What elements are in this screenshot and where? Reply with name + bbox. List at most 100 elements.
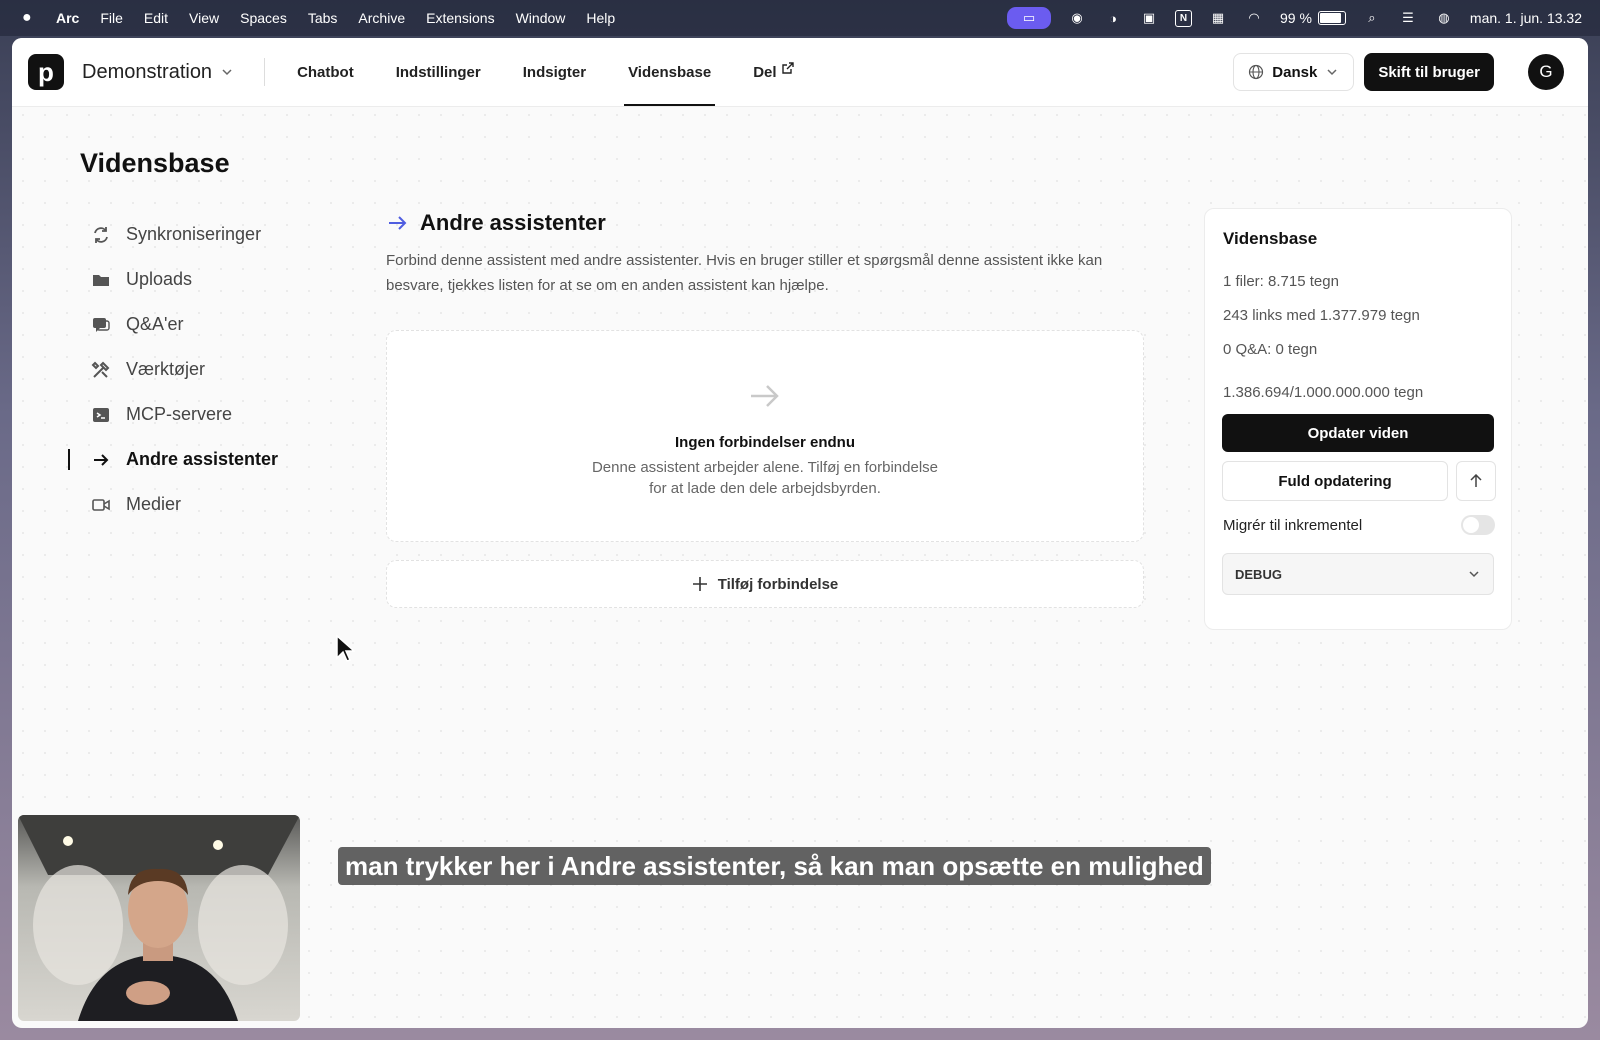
empty-state-body: Denne assistent arbejder alene. Tilføj e…: [591, 459, 939, 497]
menu-bar: ● Arc File Edit View Spaces Tabs Archive…: [0, 0, 1600, 36]
sidebar-item-label: Medier: [126, 494, 182, 514]
sidebar-item-label: Q&A'er: [126, 314, 184, 334]
migrate-toggle-label: Migrér til inkrementel: [1223, 517, 1363, 534]
chevron-down-icon: [222, 69, 232, 76]
update-knowledge-button[interactable]: Opdater viden: [1222, 414, 1494, 452]
sidebar-item-qa[interactable]: Q&A'er: [80, 302, 320, 347]
mouse-cursor-icon: [336, 634, 355, 662]
card-title: Vidensbase: [1223, 229, 1318, 248]
language-label: Dansk: [1272, 63, 1318, 81]
section-description: Forbind denne assistent med andre assist…: [386, 252, 1103, 294]
section-title: Andre assistenter: [386, 210, 1146, 236]
webcam-overlay: [18, 815, 300, 1021]
tab-indstillinger[interactable]: Indstillinger: [392, 38, 485, 106]
sidebar-item-mcp-servere[interactable]: MCP-servere: [80, 392, 320, 437]
full-update-button[interactable]: Fuld opdatering: [1222, 461, 1448, 501]
wifi-icon[interactable]: ◠: [1244, 9, 1264, 27]
links-stat: 243 links med 1.377.979 tegn: [1223, 307, 1420, 324]
arrow-right-icon: [387, 377, 1143, 424]
terminal-icon: [90, 405, 112, 425]
globe-icon: [1249, 64, 1264, 80]
tab-indsigter[interactable]: Indsigter: [519, 38, 590, 106]
knowledge-summary-card: Vidensbase 1 filer: 8.715 tegn 243 links…: [1204, 208, 1512, 630]
menu-clock[interactable]: man. 1. jun. 13.32: [1470, 10, 1582, 26]
menu-spaces[interactable]: Spaces: [240, 10, 287, 26]
menu-arc[interactable]: Arc: [56, 10, 79, 26]
tab-del[interactable]: Del: [749, 38, 798, 106]
upload-button[interactable]: [1456, 461, 1496, 501]
language-selector[interactable]: Dansk: [1233, 53, 1355, 91]
sidebar-item-synkroniseringer[interactable]: Synkroniseringer: [80, 212, 320, 257]
main-content: Andre assistenter Forbind denne assisten…: [386, 210, 1146, 298]
menu-help[interactable]: Help: [586, 10, 615, 26]
spotlight-search-icon[interactable]: ⌕: [1362, 9, 1382, 27]
tab-vidensbase[interactable]: Vidensbase: [624, 38, 716, 106]
control-center-icon[interactable]: ☰: [1398, 9, 1418, 27]
menu-extensions[interactable]: Extensions: [426, 10, 494, 26]
avatar[interactable]: G: [1528, 54, 1564, 90]
plus-icon: [692, 577, 707, 591]
tab-del-label: Del: [753, 63, 777, 81]
notion-icon[interactable]: N: [1175, 9, 1192, 27]
sidebar-item-label: Synkroniseringer: [126, 224, 262, 244]
sidebar: Synkroniseringer Uploads Q&A'er Værktøje…: [68, 212, 320, 527]
chevron-down-icon: [1469, 571, 1479, 578]
menu-view[interactable]: View: [189, 10, 219, 26]
menu-window[interactable]: Window: [516, 10, 566, 26]
top-navigation: p Demonstration Chatbot Indstillinger In…: [12, 38, 1588, 107]
apple-icon[interactable]: ●: [22, 9, 38, 27]
folder-icon: [90, 270, 112, 290]
logo-icon[interactable]: p: [28, 54, 64, 90]
arrow-right-icon: [90, 450, 112, 470]
chevron-down-icon: [1327, 69, 1337, 76]
video-icon: [90, 495, 112, 515]
arrow-up-icon: [1470, 474, 1482, 487]
menu-file[interactable]: File: [100, 10, 123, 26]
tools-icon: [90, 360, 112, 380]
nav-divider: [264, 58, 266, 86]
subtitle-caption: man trykker her i Andre assistenter, så …: [338, 847, 1211, 885]
sidebar-item-medier[interactable]: Medier: [80, 482, 320, 527]
menu-edit[interactable]: Edit: [144, 10, 168, 26]
menu-archive[interactable]: Archive: [358, 10, 405, 26]
sidebar-item-uploads[interactable]: Uploads: [80, 257, 320, 302]
webcam-presenter-icon: [18, 815, 300, 1021]
chat-icon: [90, 315, 112, 335]
project-selector[interactable]: Demonstration: [82, 61, 234, 84]
keyboard-icon[interactable]: ▦: [1208, 9, 1228, 27]
menu-tabs[interactable]: Tabs: [308, 10, 338, 26]
qa-stat: 0 Q&A: 0 tegn: [1223, 341, 1318, 358]
battery-status[interactable]: 99 %: [1280, 10, 1346, 26]
tab-chatbot[interactable]: Chatbot: [293, 38, 358, 106]
sidebar-item-andre-assistenter[interactable]: Andre assistenter: [68, 437, 320, 482]
migrate-incremental-toggle[interactable]: [1461, 515, 1495, 535]
battery-icon: [1317, 11, 1346, 25]
sidebar-item-label: Uploads: [126, 269, 193, 289]
sidebar-item-label: Værktøjer: [126, 359, 206, 379]
page-title: Vidensbase: [80, 148, 230, 178]
play-app-icon[interactable]: ◑: [1103, 9, 1123, 27]
battery-percent: 99 %: [1280, 10, 1312, 26]
files-stat: 1 filer: 8.715 tegn: [1223, 273, 1339, 290]
add-connection-label: Tilføj forbindelse: [717, 575, 839, 593]
section-title-text: Andre assistenter: [420, 210, 606, 235]
main-tabs: Chatbot Indstillinger Indsigter Vidensba…: [293, 38, 832, 106]
debug-dropdown[interactable]: DEBUG: [1222, 553, 1494, 595]
empty-state: Ingen forbindelser endnu Denne assistent…: [386, 330, 1144, 542]
empty-state-text: Denne assistent arbejder alene. Tilføj e…: [590, 457, 940, 499]
switch-to-user-button[interactable]: Skift til bruger: [1364, 53, 1494, 91]
sync-icon: [90, 225, 112, 245]
total-chars-stat: 1.386.694/1.000.000.000 tegn: [1223, 384, 1424, 401]
teams-icon[interactable]: ▣: [1139, 9, 1159, 27]
c-app-icon[interactable]: ◉: [1067, 9, 1087, 27]
add-connection-button[interactable]: Tilføj forbindelse: [386, 560, 1144, 608]
debug-label: DEBUG: [1235, 566, 1282, 582]
empty-state-title: Ingen forbindelser endnu: [674, 434, 855, 451]
siri-icon[interactable]: ◍: [1434, 9, 1454, 27]
project-name: Demonstration: [82, 60, 213, 83]
sidebar-item-label: Andre assistenter: [126, 449, 279, 469]
external-link-icon: [781, 62, 794, 74]
arrow-right-icon: [389, 216, 407, 230]
sidebar-item-vaerktoejer[interactable]: Værktøjer: [80, 347, 320, 392]
screen-record-icon[interactable]: ▭: [1007, 7, 1051, 29]
